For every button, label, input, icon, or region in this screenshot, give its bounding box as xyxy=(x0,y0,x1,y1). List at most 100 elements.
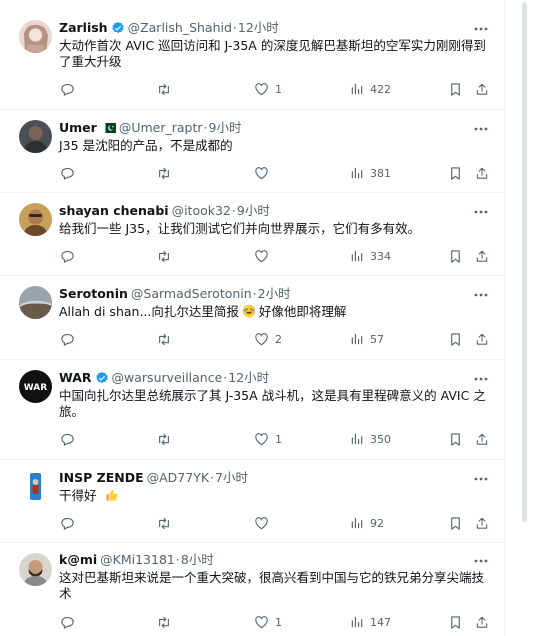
views-icon xyxy=(351,167,363,179)
avatar[interactable] xyxy=(19,120,52,153)
more-options-icon[interactable] xyxy=(473,204,489,220)
share-button[interactable] xyxy=(475,430,489,448)
display-name[interactable]: shayan chenabi xyxy=(59,202,169,220)
tweet-war[interactable]: WAR WAR @warsurveillance · 12小时 中国向扎尔达里总… xyxy=(0,360,505,460)
timestamp[interactable]: 9小时 xyxy=(209,119,242,137)
bookmark-button[interactable] xyxy=(449,430,462,448)
heart-icon xyxy=(255,433,268,446)
bookmark-button[interactable] xyxy=(449,80,462,98)
more-options-icon[interactable] xyxy=(473,21,489,37)
user-handle[interactable]: @SarmadSerotonin xyxy=(131,285,252,303)
share-button[interactable] xyxy=(475,330,489,348)
tweet-serotonin[interactable]: Serotonin @SarmadSerotonin · 2小时 Allah d… xyxy=(0,276,505,360)
views-button[interactable]: 334 xyxy=(350,247,391,265)
avatar[interactable] xyxy=(19,470,52,503)
reply-button[interactable] xyxy=(60,514,75,532)
retweet-icon xyxy=(159,333,169,345)
display-name[interactable]: Umer xyxy=(59,119,97,137)
retweet-button[interactable] xyxy=(156,164,172,182)
display-name[interactable]: WAR xyxy=(59,369,92,387)
avatar[interactable] xyxy=(19,203,52,236)
avatar[interactable]: WAR xyxy=(19,370,52,403)
more-options-icon[interactable] xyxy=(473,371,489,387)
more-options-icon[interactable] xyxy=(473,471,489,487)
avatar[interactable] xyxy=(19,20,52,53)
like-button[interactable]: 2 xyxy=(254,330,282,348)
retweet-button[interactable] xyxy=(156,514,172,532)
reply-button[interactable] xyxy=(60,247,75,265)
more-options-icon[interactable] xyxy=(473,287,489,303)
like-button[interactable]: 1 xyxy=(254,80,282,98)
reply-icon xyxy=(61,333,74,346)
like-count: 1 xyxy=(275,432,282,446)
views-button[interactable]: 350 xyxy=(350,430,391,448)
tweet-text: 大动作首次 AVIC 巡回访问和 J-35A 的深度见解巴基斯坦的空军实力刚刚得… xyxy=(59,38,486,69)
views-button[interactable]: 147 xyxy=(350,613,391,631)
tweet-header: shayan chenabi @itook32 · 9小时 xyxy=(59,202,270,220)
avatar[interactable] xyxy=(19,286,52,319)
user-handle[interactable]: @Umer_raptr xyxy=(119,119,203,137)
more-options-icon[interactable] xyxy=(473,553,489,569)
share-button[interactable] xyxy=(475,247,489,265)
views-button[interactable]: 57 xyxy=(350,330,384,348)
bookmark-button[interactable] xyxy=(449,164,462,182)
timestamp[interactable]: 12小时 xyxy=(228,369,269,387)
display-name[interactable]: k@mi xyxy=(59,551,97,569)
views-button[interactable]: 381 xyxy=(350,164,391,182)
views-button[interactable]: 422 xyxy=(350,80,391,98)
tweet-umer[interactable]: Umer @Umer_raptr · 9小时 J35 是沈阳的产品，不是成都的 … xyxy=(0,110,505,193)
bookmark-button[interactable] xyxy=(449,514,462,532)
more-options-icon[interactable] xyxy=(473,121,489,137)
display-name[interactable]: Serotonin xyxy=(59,285,128,303)
timestamp[interactable]: 2小时 xyxy=(258,285,291,303)
tweet-shayan-chenabi[interactable]: shayan chenabi @itook32 · 9小时 给我们一些 J35，… xyxy=(0,193,505,276)
timestamp[interactable]: 8小时 xyxy=(181,551,214,569)
retweet-button[interactable] xyxy=(156,247,172,265)
like-button[interactable]: 1 xyxy=(254,430,282,448)
tweet-actions: 381 xyxy=(58,164,492,182)
avatar[interactable] xyxy=(19,553,52,586)
svg-text:WAR: WAR xyxy=(24,383,47,393)
reply-button[interactable] xyxy=(60,613,75,631)
reply-button[interactable] xyxy=(60,330,75,348)
retweet-button[interactable] xyxy=(156,330,172,348)
like-button[interactable] xyxy=(254,164,275,182)
bookmark-button[interactable] xyxy=(449,330,462,348)
share-button[interactable] xyxy=(475,164,489,182)
retweet-button[interactable] xyxy=(156,613,172,631)
user-handle[interactable]: @warsurveillance xyxy=(112,369,223,387)
share-button[interactable] xyxy=(475,80,489,98)
display-name[interactable]: Zarlish xyxy=(59,19,108,37)
reply-button[interactable] xyxy=(60,164,75,182)
user-handle[interactable]: @itook32 xyxy=(172,202,231,220)
share-button[interactable] xyxy=(475,613,489,631)
like-button[interactable]: 1 xyxy=(254,613,282,631)
like-button[interactable] xyxy=(254,514,275,532)
user-handle[interactable]: @KMi13181 xyxy=(100,551,175,569)
scrollbar[interactable] xyxy=(522,2,527,632)
timestamp[interactable]: 9小时 xyxy=(237,202,270,220)
tweet-zarlish[interactable]: Zarlish @Zarlish_Shahid · 12小时 大动作首次 AVI… xyxy=(0,0,505,110)
separator-dot: · xyxy=(175,552,180,567)
bookmark-button[interactable] xyxy=(449,247,462,265)
user-handle[interactable]: @AD77YK xyxy=(147,469,209,487)
reply-button[interactable] xyxy=(60,80,75,98)
scrollbar-thumb[interactable] xyxy=(522,2,527,522)
tweet-insp-zende[interactable]: INSP ZENDE @AD77YK · 7小时 干得好 92 xyxy=(0,460,505,543)
retweet-button[interactable] xyxy=(156,80,172,98)
share-button[interactable] xyxy=(475,514,489,532)
display-name[interactable]: INSP ZENDE xyxy=(59,469,144,487)
tweet-kami[interactable]: k@mi @KMi13181 · 8小时 这对巴基斯坦来说是一个重大突破，很高兴… xyxy=(0,543,505,636)
tweet-text: J35 是沈阳的产品，不是成都的 xyxy=(59,138,233,153)
reply-icon xyxy=(61,83,74,96)
bookmark-button[interactable] xyxy=(449,613,462,631)
views-button[interactable]: 92 xyxy=(350,514,384,532)
user-handle[interactable]: @Zarlish_Shahid xyxy=(128,19,232,37)
retweet-button[interactable] xyxy=(156,430,172,448)
retweet-icon xyxy=(159,83,169,95)
timestamp[interactable]: 7小时 xyxy=(215,469,248,487)
timestamp[interactable]: 12小时 xyxy=(238,19,279,37)
reply-button[interactable] xyxy=(60,430,75,448)
like-button[interactable] xyxy=(254,247,275,265)
pakistan-flag-icon xyxy=(101,123,116,133)
